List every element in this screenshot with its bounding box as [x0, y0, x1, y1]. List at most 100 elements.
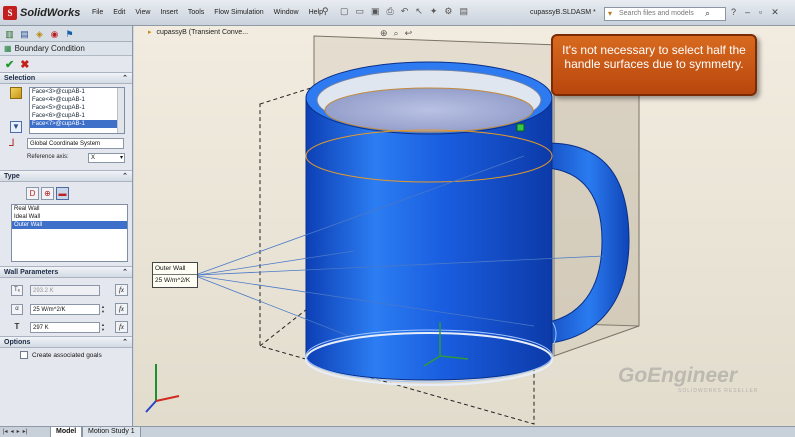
wall-icon[interactable]: ▬	[56, 187, 69, 200]
ambient-temperature-field[interactable]: 293.2 K	[30, 285, 100, 296]
outer-wall-tag-title: Outer Wall	[153, 263, 197, 275]
menu-help[interactable]: Help	[309, 9, 323, 16]
menu-tools[interactable]: Tools	[188, 9, 204, 16]
display-tab-icon[interactable]: ◉	[48, 28, 61, 40]
wall-type-list[interactable]: Real Wall Ideal Wall Outer Wall	[11, 204, 128, 262]
type-group-header[interactable]: Type ⌃	[0, 170, 132, 182]
pressure-openings-icon[interactable]: ⊕	[41, 187, 54, 200]
selection-group-header[interactable]: Selection ⌃	[0, 72, 132, 84]
feature-title: Boundary Condition	[14, 44, 85, 53]
tools-icon[interactable]: ▤	[459, 6, 468, 17]
function-fx-icon[interactable]: fx	[115, 303, 128, 315]
options-group-header[interactable]: Options ⌃	[0, 336, 132, 348]
menu-insert[interactable]: Insert	[160, 9, 178, 16]
next-tab-icon[interactable]: ▸	[17, 428, 20, 435]
face-selection-list[interactable]: Face<3>@cupAB-1 Face<4>@cupAB-1 Face<5>@…	[29, 87, 125, 134]
menu-window[interactable]: Window	[274, 9, 299, 16]
chevron-up-icon[interactable]: ⌃	[122, 74, 128, 82]
chevron-up-icon[interactable]: ⌃	[122, 338, 128, 346]
menu-edit[interactable]: Edit	[113, 9, 125, 16]
function-fx-icon[interactable]: fx	[115, 284, 128, 296]
select-icon[interactable]: ↖	[415, 6, 423, 17]
new-document-icon[interactable]: ▢	[340, 6, 349, 17]
configuration-tab-icon[interactable]: ◈	[33, 28, 46, 40]
solidworks-logo[interactable]: S SolidWorks	[3, 4, 80, 22]
tab-motion-study[interactable]: Motion Study 1	[82, 427, 141, 437]
minimize-icon[interactable]: –	[745, 7, 750, 18]
function-fx-icon[interactable]: fx	[115, 321, 128, 333]
window-controls: ? – ▫ ✕	[731, 7, 779, 18]
undo-icon[interactable]: ↶	[401, 6, 409, 17]
prev-tab-icon[interactable]: ◂	[11, 428, 14, 435]
bottom-tab-bar: |◂ ◂ ▸ ▸| Model Motion Study 1	[0, 426, 795, 437]
spinner-icon[interactable]: ▲ ▼	[101, 304, 108, 315]
maximize-icon[interactable]: ▫	[759, 7, 762, 18]
type-buttons: D ⊕ ▬	[3, 185, 129, 201]
property-manager: ▥ ▤ ◈ ◉ ⚑ ▦ Boundary Condition ✔ ✖ Selec…	[0, 26, 133, 426]
search-placeholder: Search files and models	[619, 10, 694, 17]
chevron-down-icon: ▾	[119, 155, 123, 161]
selection-header: Selection	[4, 74, 36, 82]
property-manager-tab-icon[interactable]: ▤	[18, 28, 31, 40]
reference-axis-label: Reference axis:	[27, 154, 69, 160]
feature-tree-tab-icon[interactable]: ▥	[3, 28, 16, 40]
pin-icon[interactable]: ⚲	[322, 6, 329, 17]
outer-wall-tag[interactable]: Outer Wall 25 W/m^2/K	[152, 262, 198, 288]
wall-parameters-group-header[interactable]: Wall Parameters ⌃	[0, 266, 132, 278]
options-icon[interactable]: ⚙	[444, 6, 452, 17]
solidworks-logo-icon: S	[3, 6, 17, 20]
type-group: D ⊕ ▬ Real Wall Ideal Wall Outer Wall	[0, 182, 132, 266]
close-icon[interactable]: ✕	[771, 7, 779, 18]
chevron-up-icon[interactable]: ⌃	[122, 268, 128, 276]
last-tab-icon[interactable]: ▸|	[23, 428, 28, 435]
rebuild-icon[interactable]: ✦	[430, 6, 438, 17]
wall-type-option[interactable]: Ideal Wall	[12, 213, 127, 221]
temperature-row: T 297 K ▲ ▼ fx	[3, 320, 129, 335]
face-item[interactable]: Face<5>@cupAB-1	[30, 104, 124, 112]
options-header: Options	[4, 338, 31, 346]
selection-handle[interactable]	[516, 123, 525, 132]
menu-file[interactable]: File	[92, 9, 103, 16]
menu-bar: File Edit View Insert Tools Flow Simulat…	[92, 9, 323, 16]
face-item[interactable]: Face<6>@cupAB-1	[30, 112, 124, 120]
tab-model[interactable]: Model	[50, 427, 83, 437]
wall-parameters-group: Tₑ 293.2 K fx α 25 W/m^2/K ▲ ▼ fx T 297 K…	[0, 278, 132, 336]
menu-view[interactable]: View	[135, 9, 150, 16]
app-name: SolidWorks	[20, 7, 81, 19]
help-icon[interactable]: ?	[731, 7, 736, 18]
filter-icon[interactable]: ▼	[10, 121, 22, 133]
goengineer-watermark: GoEngineer	[618, 364, 738, 387]
ambient-temperature-row: Tₑ 293.2 K fx	[3, 283, 129, 298]
heat-transfer-coefficient-icon: α	[11, 304, 23, 315]
spinner-icon[interactable]: ▲ ▼	[101, 322, 108, 333]
view-triad-x	[155, 395, 180, 402]
document-title: cupassyB.SLDASM *	[530, 9, 596, 16]
coordinate-system-field[interactable]: Global Coordinate System	[27, 138, 124, 149]
flow-openings-icon[interactable]: D	[26, 187, 39, 200]
chevron-up-icon[interactable]: ⌃	[122, 172, 128, 180]
face-item[interactable]: Face<3>@cupAB-1	[30, 88, 124, 96]
graphics-area[interactable]: ▸ cupassyB (Transient Conve... ⊕ ⌕ ↩ It'…	[134, 26, 795, 426]
face-item[interactable]: Face<4>@cupAB-1	[30, 96, 124, 104]
list-scrollbar[interactable]	[117, 88, 124, 133]
type-header: Type	[4, 172, 20, 180]
heat-transfer-coefficient-field[interactable]: 25 W/m^2/K	[30, 304, 100, 315]
menu-flow-simulation[interactable]: Flow Simulation	[214, 9, 263, 16]
print-icon[interactable]: ⎙	[387, 6, 394, 17]
temperature-field[interactable]: 297 K	[30, 322, 100, 333]
search-icon[interactable]: ⌕	[705, 8, 710, 19]
coordinate-system-icon: ⅃	[9, 138, 15, 149]
face-item-selected[interactable]: Face<7>@cupAB-1	[30, 120, 124, 128]
reference-axis-select[interactable]: X ▾	[88, 153, 125, 163]
flow-tab-icon[interactable]: ⚑	[63, 28, 76, 40]
ok-cancel-row: ✔ ✖	[0, 56, 132, 72]
save-icon[interactable]: ▣	[371, 6, 380, 17]
boundary-condition-icon: ▦	[4, 44, 12, 53]
first-tab-icon[interactable]: |◂	[3, 428, 8, 435]
open-folder-icon[interactable]: ▭	[356, 6, 365, 17]
wall-type-option-selected[interactable]: Outer Wall	[12, 221, 127, 229]
cancel-x-icon[interactable]: ✖	[20, 58, 29, 71]
ok-check-icon[interactable]: ✔	[5, 58, 14, 71]
wall-type-option[interactable]: Real Wall	[12, 205, 127, 213]
create-goals-checkbox[interactable]	[20, 351, 28, 359]
